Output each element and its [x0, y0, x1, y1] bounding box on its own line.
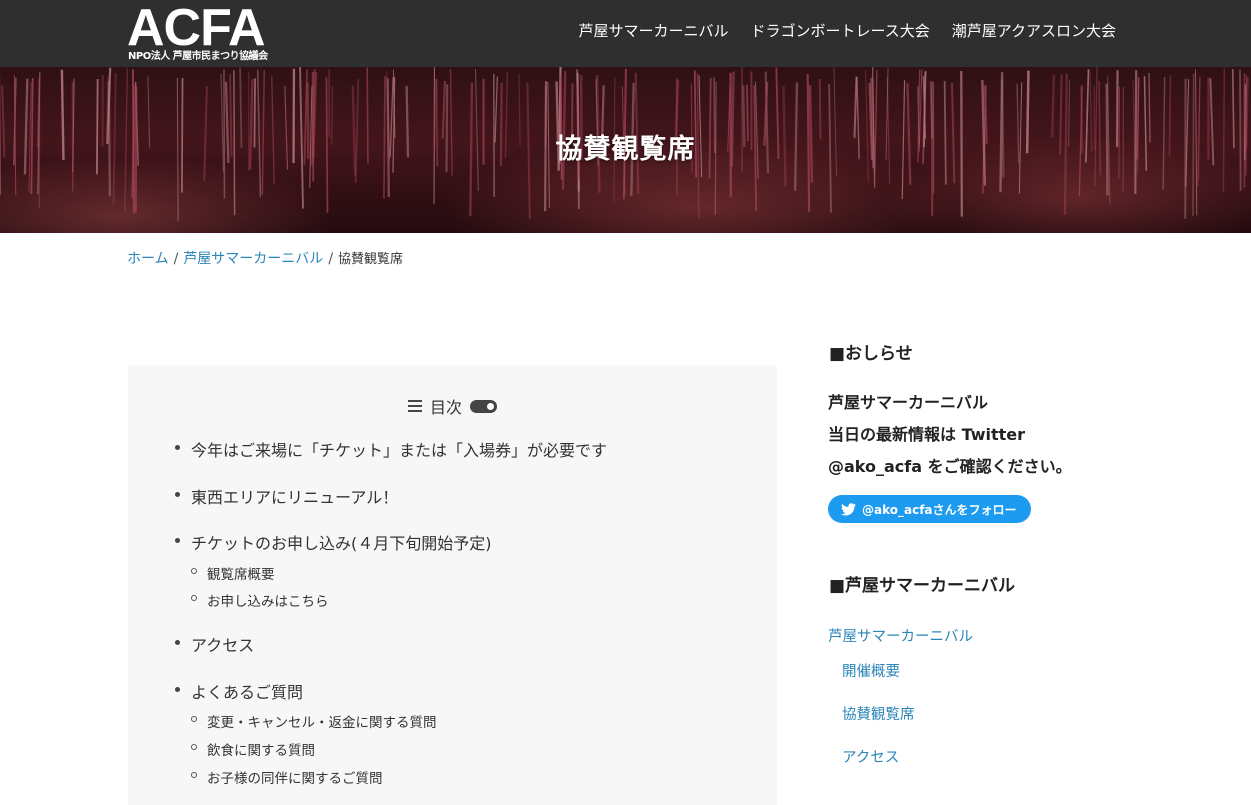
hero-banner: 協賛観覧席 [0, 67, 1251, 233]
notice-text: 芦屋サマーカーニバル 当日の最新情報は Twitter @ako_acfa をご… [828, 387, 1072, 483]
nav-aquathlon[interactable]: 潮芦屋アクアスロン大会 [952, 20, 1116, 41]
twitter-follow-button[interactable]: @ako_acfaさんをフォロー [828, 495, 1031, 523]
toc-header: 目次 [128, 394, 777, 418]
breadcrumb-separator: / [328, 251, 333, 267]
notice-line: 当日の最新情報は Twitter [828, 419, 1072, 451]
toc-toggle[interactable] [470, 400, 497, 413]
sidebar-link-access[interactable]: アクセス [842, 746, 899, 767]
breadcrumb-home[interactable]: ホーム [127, 251, 169, 267]
logo-subtitle: NPO法人 芦屋市民まつり協議会 [128, 47, 268, 62]
toc-item[interactable]: 東西エリアにリニューアル！ [191, 484, 398, 508]
breadcrumb: ホーム/芦屋サマーカーニバル/協賛観覧席 [127, 248, 403, 268]
toc-subitem[interactable]: 変更・キャンセル・返金に関する質問 [207, 711, 437, 731]
sidebar-link-seats[interactable]: 協賛観覧席 [842, 703, 915, 724]
toc-title: 目次 [430, 398, 462, 417]
notice-line: 芦屋サマーカーニバル [828, 387, 1072, 419]
site-header: ACFA NPO法人 芦屋市民まつり協議会 芦屋サマーカーニバル ドラゴンボート… [0, 0, 1251, 67]
sidebar-notice-heading: ■おしらせ [829, 339, 913, 364]
toc-item[interactable]: アクセス [191, 632, 254, 656]
toc-subitem[interactable]: お子様の同伴に関するご質問 [207, 767, 383, 787]
list-icon [408, 399, 422, 413]
sidebar-link-overview[interactable]: 開催概要 [842, 660, 900, 681]
breadcrumb-parent[interactable]: 芦屋サマーカーニバル [183, 251, 323, 267]
twitter-bird-icon [841, 503, 856, 516]
site-logo[interactable]: ACFA NPO法人 芦屋市民まつり協議会 [127, 2, 287, 64]
toc-item[interactable]: 今年はご来場に「チケット」または「入場券」が必要です [191, 437, 607, 461]
toc-subitem[interactable]: お申し込みはこちら [207, 590, 329, 610]
nav-summer-carnival[interactable]: 芦屋サマーカーニバル [578, 20, 728, 41]
toc-subitem[interactable]: 飲食に関する質問 [207, 739, 315, 759]
nav-dragon-boat[interactable]: ドラゴンボートレース大会 [750, 20, 929, 41]
sidebar-carnival-heading: ■芦屋サマーカーニバル [829, 571, 1015, 596]
twitter-button-label: @ako_acfaさんをフォロー [862, 501, 1017, 518]
toc-item[interactable]: よくあるご質問 [191, 679, 303, 703]
main-nav: 芦屋サマーカーニバル ドラゴンボートレース大会 潮芦屋アクアスロン大会 [578, 20, 1116, 41]
table-of-contents: 目次 今年はご来場に「チケット」または「入場券」が必要です 東西エリアにリニュー… [128, 365, 777, 805]
sidebar-link-summer-carnival[interactable]: 芦屋サマーカーニバル [828, 625, 973, 646]
toc-subitem[interactable]: 観覧席概要 [207, 563, 275, 583]
toc-item[interactable]: チケットのお申し込み(４月下旬開始予定) [191, 530, 492, 554]
page-title: 協賛観覧席 [0, 127, 1251, 166]
notice-line: @ako_acfa をご確認ください。 [828, 451, 1072, 483]
breadcrumb-separator: / [174, 251, 179, 267]
breadcrumb-current: 協賛観覧席 [338, 252, 403, 267]
